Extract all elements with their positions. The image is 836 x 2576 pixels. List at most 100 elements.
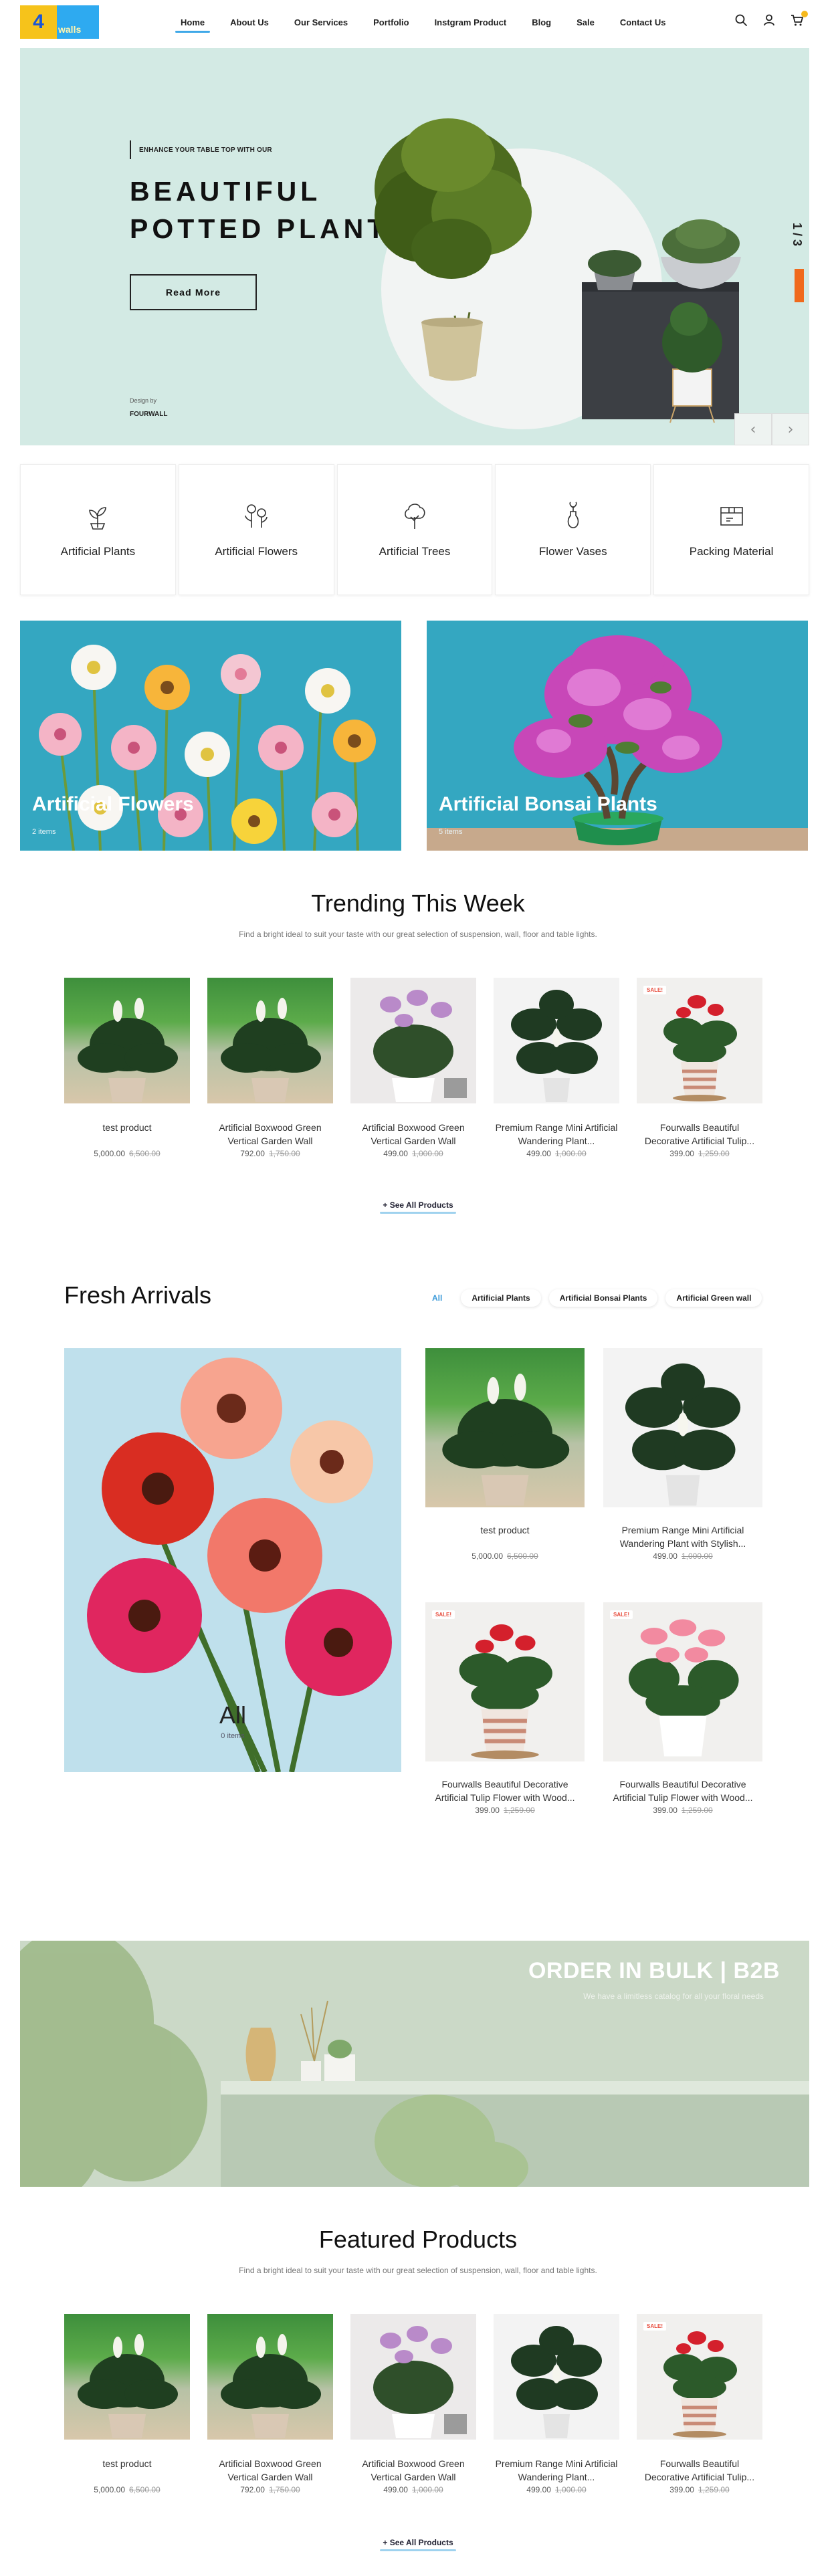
feature-count: 0 items — [221, 1732, 245, 1740]
product-card[interactable]: Artificial Boxwood Green Vertical Garden… — [350, 2314, 476, 2494]
cart-badge — [801, 11, 808, 17]
b2b-title: ORDER IN BULK | B2B — [528, 1958, 780, 1983]
price-old: 1,259.00 — [698, 2485, 730, 2494]
product-name[interactable]: Premium Range Mini Artificial Wandering … — [494, 2457, 619, 2484]
product-name[interactable]: Artificial Boxwood Green Vertical Garden… — [350, 1121, 476, 1148]
product-card[interactable]: Premium Range Mini Artificial Wandering … — [494, 978, 619, 1158]
product-image[interactable] — [603, 1348, 762, 1507]
vase-icon — [567, 502, 579, 528]
see-all-products-link[interactable]: + See All Products — [380, 2538, 455, 2550]
site-logo[interactable]: 4 walls — [20, 5, 99, 39]
trending-see-all: + See All Products — [0, 1200, 836, 1210]
product-name[interactable]: Artificial Boxwood Green Vertical Garden… — [207, 2457, 333, 2484]
product-name[interactable]: Premium Range Mini Artificial Wandering … — [603, 1523, 762, 1550]
product-card[interactable]: SALE! Fourwalls Beautiful Decorative Art… — [637, 978, 762, 1158]
price-old: 1,259.00 — [503, 1806, 535, 1815]
price-current: 792.00 — [240, 2485, 265, 2494]
logo-word: walls — [57, 5, 99, 39]
product-name[interactable]: Fourwalls Beautiful Decorative Artificia… — [425, 1778, 585, 1804]
product-card[interactable]: Artificial Boxwood Green Vertical Garden… — [207, 2314, 333, 2494]
category-packing-material[interactable]: Packing Material — [653, 464, 809, 595]
price-old: 1,000.00 — [411, 2485, 443, 2494]
category-artificial-flowers[interactable]: Artificial Flowers — [178, 464, 334, 595]
banner-artificial-bonsai-plants[interactable]: Artificial Bonsai Plants 5 items — [427, 621, 808, 851]
featured-products: test product 5,000.00 6,500.00 Artificial… — [64, 2314, 762, 2494]
price-old: 1,000.00 — [554, 2485, 587, 2494]
nav-item-sale[interactable]: Sale — [577, 15, 595, 33]
product-price: 5,000.00 6,500.00 — [425, 1551, 585, 1561]
product-card[interactable]: SALE! Fourwalls Beautiful Decorative Art… — [603, 1602, 762, 1856]
fresh-arrivals-tabs: All Artificial Plants Artificial Bonsai … — [421, 1289, 762, 1307]
product-card[interactable]: Premium Range Mini Artificial Wandering … — [603, 1348, 762, 1602]
fresh-arrivals-feature[interactable]: All 0 items — [64, 1348, 401, 1772]
product-name[interactable]: Artificial Boxwood Green Vertical Garden… — [207, 1121, 333, 1148]
product-image[interactable] — [425, 1348, 585, 1507]
nav-item-blog[interactable]: Blog — [532, 15, 551, 33]
product-image[interactable] — [350, 2314, 476, 2440]
product-price: 499.00 1,000.00 — [603, 1551, 762, 1561]
nav-item-home[interactable]: Home — [175, 15, 211, 33]
product-image[interactable] — [64, 978, 190, 1103]
tab-all[interactable]: All — [421, 1289, 453, 1307]
product-image[interactable]: SALE! — [637, 978, 762, 1103]
product-image[interactable]: SALE! — [603, 1602, 762, 1761]
product-card[interactable]: Artificial Boxwood Green Vertical Garden… — [350, 978, 476, 1158]
product-name[interactable]: Premium Range Mini Artificial Wandering … — [494, 1121, 619, 1148]
price-old: 1,259.00 — [698, 1149, 730, 1158]
see-all-products-link[interactable]: + See All Products — [380, 1200, 455, 1212]
product-card[interactable]: SALE! Fourwalls Beautiful Decorative Art… — [425, 1602, 585, 1856]
cart-icon[interactable] — [791, 11, 808, 27]
price-old: 6,500.00 — [507, 1551, 538, 1561]
product-card[interactable]: test product 5,000.00 6,500.00 — [425, 1348, 585, 1602]
product-image[interactable] — [494, 978, 619, 1103]
fresh-arrivals-products: test product 5,000.00 6,500.00 Premium Ra… — [425, 1348, 764, 1856]
peace-lily-image — [442, 1373, 570, 1506]
product-name[interactable]: Fourwalls Beautiful Decorative Artificia… — [603, 1778, 762, 1804]
banner-title: Artificial Bonsai Plants — [439, 793, 657, 815]
price-old: 1,000.00 — [411, 1149, 443, 1158]
nav-item-about-us[interactable]: About Us — [230, 15, 269, 33]
category-flower-vases[interactable]: Flower Vases — [495, 464, 651, 595]
nav-item-instgram-product[interactable]: Instgram Product — [435, 15, 507, 33]
trending-products: test product 5,000.00 6,500.00 Artificial… — [64, 978, 762, 1158]
nav-item-portfolio[interactable]: Portfolio — [373, 15, 409, 33]
category-label: Packing Material — [689, 545, 774, 558]
tab-artificial-plants[interactable]: Artificial Plants — [461, 1289, 541, 1307]
banner-count: 5 items — [439, 828, 463, 836]
slider-next-button[interactable]: › — [772, 413, 809, 445]
product-image[interactable]: SALE! — [425, 1602, 585, 1761]
nav-item-our-services[interactable]: Our Services — [294, 15, 348, 33]
slider-prev-button[interactable]: ‹ — [734, 413, 772, 445]
product-image[interactable] — [207, 2314, 333, 2440]
product-image[interactable]: SALE! — [637, 2314, 762, 2440]
product-name[interactable]: test product — [425, 1523, 585, 1550]
category-artificial-plants[interactable]: Artificial Plants — [20, 464, 176, 595]
product-name[interactable]: test product — [64, 1121, 190, 1148]
product-image[interactable] — [494, 2314, 619, 2440]
price-old: 1,000.00 — [681, 1551, 713, 1561]
category-label: Artificial Flowers — [215, 545, 298, 558]
product-card[interactable]: Artificial Boxwood Green Vertical Garden… — [207, 978, 333, 1158]
product-name[interactable]: Fourwalls Beautiful Decorative Artificia… — [637, 2457, 762, 2484]
tab-artificial-bonsai-plants[interactable]: Artificial Bonsai Plants — [548, 1289, 658, 1307]
product-image[interactable] — [64, 2314, 190, 2440]
product-card[interactable]: test product 5,000.00 6,500.00 — [64, 2314, 190, 2494]
product-image[interactable] — [350, 978, 476, 1103]
nav-item-contact-us[interactable]: Contact Us — [620, 15, 666, 33]
product-card[interactable]: SALE! Fourwalls Beautiful Decorative Art… — [637, 2314, 762, 2494]
pink-tulip-image — [628, 1619, 739, 1757]
product-image[interactable] — [207, 978, 333, 1103]
product-name[interactable]: Artificial Boxwood Green Vertical Garden… — [350, 2457, 476, 2484]
tab-artificial-green-wall[interactable]: Artificial Green wall — [665, 1289, 762, 1307]
search-icon[interactable] — [734, 13, 748, 27]
banner-artificial-flowers[interactable]: Artificial Flowers 2 items — [20, 621, 401, 851]
tree-icon — [405, 504, 425, 529]
product-card[interactable]: test product 5,000.00 6,500.00 — [64, 978, 190, 1158]
user-icon[interactable] — [762, 13, 776, 27]
purple-anthurium-image — [373, 990, 467, 1102]
category-artificial-trees[interactable]: Artificial Trees — [336, 464, 493, 595]
product-name[interactable]: test product — [64, 2457, 190, 2484]
product-name[interactable]: Fourwalls Beautiful Decorative Artificia… — [637, 1121, 762, 1148]
b2b-banner[interactable]: ORDER IN BULK | B2B We have a limitless … — [20, 1941, 809, 2187]
product-card[interactable]: Premium Range Mini Artificial Wandering … — [494, 2314, 619, 2494]
